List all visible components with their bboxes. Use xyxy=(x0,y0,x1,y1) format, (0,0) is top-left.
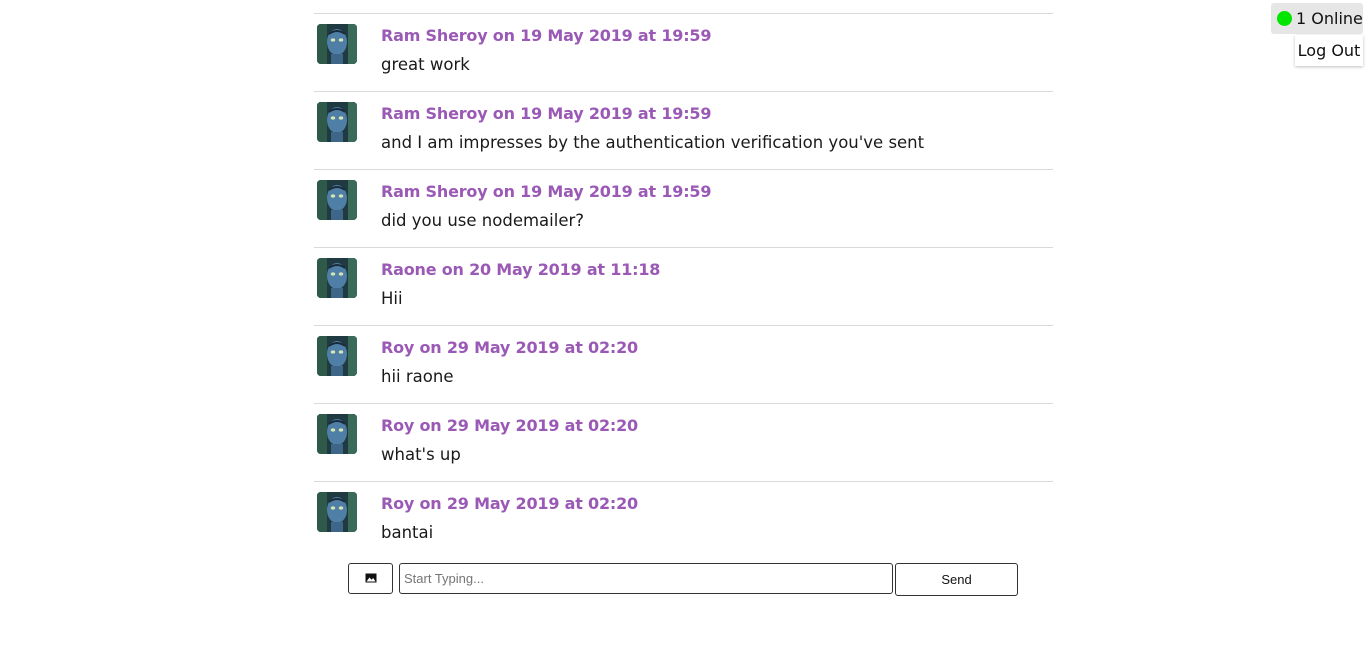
avatar xyxy=(317,24,357,64)
message-meta: Roy on 29 May 2019 at 02:20 xyxy=(381,338,638,357)
message-text: Hii xyxy=(381,289,403,308)
message-meta: Raone on 20 May 2019 at 11:18 xyxy=(381,260,661,279)
send-button[interactable]: Send xyxy=(895,563,1018,596)
message-text: did you use nodemailer? xyxy=(381,211,585,230)
message-text: what's up xyxy=(381,445,461,464)
message-item: Roy on 29 May 2019 at 02:20 bantai xyxy=(314,482,1053,559)
online-status-badge: 1 Online xyxy=(1271,3,1363,34)
message-meta: Roy on 29 May 2019 at 02:20 xyxy=(381,416,638,435)
message-item: Roy on 29 May 2019 at 02:20 hii raone xyxy=(314,326,1053,404)
message-item: Ram Sheroy on 19 May 2019 at 19:59 and I… xyxy=(314,92,1053,170)
message-text: and I am impresses by the authentication… xyxy=(381,133,925,152)
avatar xyxy=(317,414,357,454)
avatar xyxy=(317,492,357,532)
message-meta: Roy on 29 May 2019 at 02:20 xyxy=(381,494,638,513)
top-divider xyxy=(314,0,1053,14)
message-meta: Ram Sheroy on 19 May 2019 at 19:59 xyxy=(381,182,712,201)
message-item: Ram Sheroy on 19 May 2019 at 19:59 did y… xyxy=(314,170,1053,248)
logout-label: Log Out xyxy=(1297,41,1361,60)
chat-message-list: Ram Sheroy on 19 May 2019 at 19:59 great… xyxy=(314,0,1053,559)
message-input[interactable] xyxy=(399,563,893,594)
message-item: Roy on 29 May 2019 at 02:20 what's up xyxy=(314,404,1053,482)
message-meta: Ram Sheroy on 19 May 2019 at 19:59 xyxy=(381,26,712,45)
avatar xyxy=(317,102,357,142)
avatar xyxy=(317,336,357,376)
message-text: great work xyxy=(381,55,470,74)
message-meta: Ram Sheroy on 19 May 2019 at 19:59 xyxy=(381,104,712,123)
avatar xyxy=(317,180,357,220)
image-icon xyxy=(365,571,377,586)
message-text: hii raone xyxy=(381,367,454,386)
message-item: Raone on 20 May 2019 at 11:18 Hii xyxy=(314,248,1053,326)
online-dot-icon xyxy=(1277,11,1292,26)
message-text: bantai xyxy=(381,523,434,542)
logout-button[interactable]: Log Out xyxy=(1295,35,1363,66)
avatar xyxy=(317,258,357,298)
online-count-label: 1 Online xyxy=(1296,9,1363,28)
attach-image-button[interactable] xyxy=(348,563,393,594)
message-item: Ram Sheroy on 19 May 2019 at 19:59 great… xyxy=(314,14,1053,92)
